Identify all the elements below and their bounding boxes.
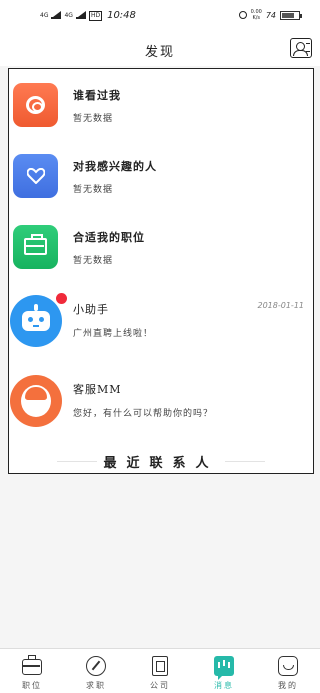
message-item-assistant[interactable]: 小助手 2018-01-11 广州直聘上线啦！ [9, 293, 312, 349]
compass-icon [86, 656, 106, 676]
item-title: 客服MM [73, 383, 122, 396]
unread-dot [56, 293, 67, 304]
recent-contacts-heading: 最近联系人 [103, 456, 219, 471]
status-left: 4G 4G HD 10:48 [40, 10, 136, 21]
hd-badge: HD [88, 10, 103, 21]
service-avatar-icon [21, 385, 51, 417]
status-time: 10:48 [107, 10, 136, 21]
nav-tab-company[interactable]: 公司 [128, 649, 192, 693]
nav-tab-jobs[interactable]: 职位 [0, 649, 64, 693]
who-viewed-icon-tile [13, 83, 58, 127]
title-bar: 发现 [0, 32, 320, 66]
item-subtitle: 暂无数据 [73, 256, 114, 266]
nav-tab-job-search[interactable]: 求职 [64, 649, 128, 693]
suitable-jobs-icon-tile [13, 225, 58, 269]
message-item-who-viewed-me[interactable]: 谁看过我 暂无数据 [9, 81, 312, 131]
signal-strength-icon-2 [75, 11, 86, 19]
eye-icon [26, 96, 45, 114]
item-title: 小助手 [73, 303, 109, 316]
signal-strength-icon [51, 11, 62, 19]
nav-label: 消息 [214, 681, 234, 690]
profile-icon [278, 656, 298, 676]
service-avatar [10, 375, 62, 427]
nav-tab-mine[interactable]: 我的 [256, 649, 320, 693]
bottom-nav: 职位 求职 公司 消息 我的 [0, 648, 320, 693]
item-subtitle: 广州直聘上线啦！ [73, 329, 154, 339]
nav-label: 求职 [86, 681, 106, 690]
nav-label: 职位 [22, 681, 42, 690]
divider [225, 461, 265, 462]
item-date: 2018-01-11 [257, 301, 305, 310]
briefcase-icon [22, 655, 42, 675]
message-icon [214, 656, 234, 680]
robot-antenna [34, 304, 38, 311]
heart-icon [27, 168, 45, 184]
contact-card-icon[interactable] [290, 38, 312, 58]
interested-icon-tile [13, 154, 58, 198]
battery-fill [282, 12, 294, 18]
network-speed: 0.00 K/s [251, 9, 262, 21]
battery-icon [280, 10, 302, 20]
signal-label-1: 4G [40, 12, 49, 19]
item-subtitle: 您好，有什么可以帮助你的吗？ [73, 409, 214, 419]
robot-avatar [10, 293, 67, 347]
network-speed-unit: K/s [252, 15, 261, 21]
item-title: 谁看过我 [73, 89, 121, 102]
item-title: 合适我的职位 [73, 231, 145, 244]
page-title: 发现 [144, 45, 175, 60]
status-bar: 4G 4G HD 10:48 0.00 K/s 74 [0, 0, 320, 32]
item-subtitle: 暂无数据 [73, 114, 114, 124]
item-title: 对我感兴趣的人 [73, 160, 157, 173]
nav-label: 公司 [150, 681, 170, 690]
card-lines [306, 43, 310, 52]
robot-icon [22, 311, 50, 331]
message-panel: 谁看过我 暂无数据 对我感兴趣的人 暂无数据 合适我的职位 暂无数据 小助手 2… [8, 68, 314, 474]
message-item-customer-service[interactable]: 客服MM 您好，有什么可以帮助你的吗？ [9, 373, 312, 429]
alarm-icon [238, 11, 247, 19]
message-item-suitable-jobs[interactable]: 合适我的职位 暂无数据 [9, 223, 312, 273]
battery-percent: 74 [265, 10, 276, 20]
signal-label-2: 4G [64, 12, 73, 19]
nav-tab-messages[interactable]: 消息 [192, 649, 256, 693]
nav-label: 我的 [278, 681, 298, 690]
briefcase-icon [24, 234, 47, 255]
message-item-interested-in-me[interactable]: 对我感兴趣的人 暂无数据 [9, 152, 312, 202]
company-icon [152, 656, 168, 676]
status-right: 0.00 K/s 74 [238, 9, 302, 21]
item-subtitle: 暂无数据 [73, 185, 114, 195]
